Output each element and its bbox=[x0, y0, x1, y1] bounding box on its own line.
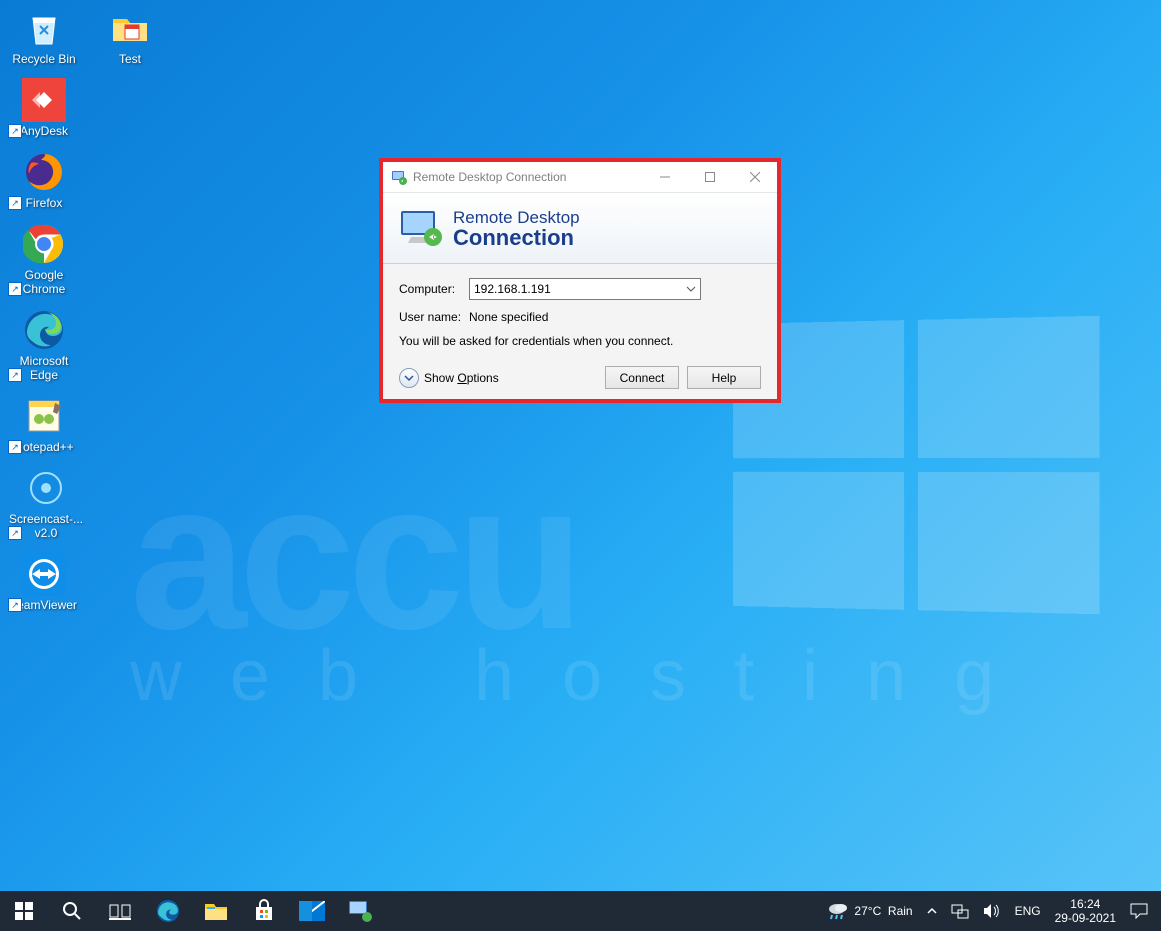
desktop-icon-chrome[interactable]: ↗ Google Chrome bbox=[6, 222, 82, 296]
watermark-webhosting: web hosting bbox=[130, 635, 1042, 717]
desktop-icon-notepadpp[interactable]: ↗ Notepad++ bbox=[6, 394, 82, 454]
speaker-icon bbox=[983, 903, 1001, 919]
minimize-button[interactable] bbox=[642, 162, 687, 192]
search-button[interactable] bbox=[48, 891, 96, 931]
teamviewer-icon bbox=[22, 552, 66, 596]
show-options-toggle[interactable]: Show Options bbox=[399, 368, 499, 388]
desktop-icon-test-folder[interactable]: Test bbox=[92, 6, 168, 66]
desktop-icon-anydesk[interactable]: ↗ AnyDesk bbox=[6, 78, 82, 138]
tray-language[interactable]: ENG bbox=[1008, 891, 1048, 931]
desktop-icon-label: Test bbox=[119, 52, 141, 66]
notification-icon bbox=[1130, 903, 1148, 919]
desktop-icons-column: Recycle Bin ↗ AnyDesk ↗ Firefox ↗ Google… bbox=[6, 6, 86, 612]
desktop-icon-firefox[interactable]: ↗ Firefox bbox=[6, 150, 82, 210]
desktop-icons-column-2: Test bbox=[92, 6, 168, 66]
computer-label: Computer: bbox=[399, 282, 469, 296]
shortcut-arrow-icon: ↗ bbox=[8, 368, 22, 382]
task-view-button[interactable] bbox=[96, 891, 144, 931]
shortcut-arrow-icon: ↗ bbox=[8, 282, 22, 296]
tray-date: 29-09-2021 bbox=[1055, 911, 1116, 925]
banner-line1: Remote Desktop bbox=[453, 208, 580, 227]
dialog-banner: Remote Desktop Connection bbox=[383, 193, 777, 264]
tray-time: 16:24 bbox=[1070, 897, 1100, 911]
show-desktop-button[interactable] bbox=[1155, 891, 1161, 931]
system-tray: 27°C Rain ENG 16:24 29-09-2021 bbox=[819, 891, 1161, 931]
dialog-title: Remote Desktop Connection bbox=[413, 170, 642, 184]
tray-clock[interactable]: 16:24 29-09-2021 bbox=[1048, 891, 1123, 931]
rdc-app-icon bbox=[391, 169, 407, 185]
mail-icon bbox=[299, 901, 325, 921]
tray-action-center[interactable] bbox=[1123, 891, 1155, 931]
taskbar-app-edge[interactable] bbox=[144, 891, 192, 931]
shortcut-arrow-icon: ↗ bbox=[8, 598, 22, 612]
network-icon bbox=[951, 903, 969, 919]
chevron-up-icon bbox=[927, 906, 937, 916]
taskbar: 27°C Rain ENG 16:24 29-09-2021 bbox=[0, 891, 1161, 931]
dialog-body: Computer: 192.168.1.191 User name: None … bbox=[383, 264, 777, 399]
desktop-screen: accu web hosting Recycle Bin ↗ AnyDesk ↗… bbox=[0, 0, 1161, 931]
desktop-icon-label: Notepad++ bbox=[14, 440, 73, 454]
shortcut-arrow-icon: ↗ bbox=[8, 196, 22, 210]
taskbar-app-rdc[interactable] bbox=[336, 891, 384, 931]
banner-line2: Connection bbox=[453, 227, 580, 249]
windows-logo-wallpaper bbox=[733, 316, 1100, 615]
computer-value: 192.168.1.191 bbox=[474, 282, 551, 296]
desktop-icon-screencast[interactable]: ↗ Screencast-... v2.0 bbox=[6, 466, 86, 540]
taskbar-app-explorer[interactable] bbox=[192, 891, 240, 931]
windows-icon bbox=[15, 902, 33, 920]
screencast-icon bbox=[24, 466, 68, 510]
credentials-hint: You will be asked for credentials when y… bbox=[399, 334, 761, 348]
folder-icon bbox=[108, 6, 152, 50]
task-view-icon bbox=[109, 902, 131, 920]
rdc-banner-icon bbox=[397, 207, 443, 249]
firefox-icon bbox=[22, 150, 66, 194]
show-options-label: Show Options bbox=[424, 371, 499, 385]
chevron-down-icon bbox=[399, 368, 419, 388]
tray-network[interactable] bbox=[944, 891, 976, 931]
weather-icon bbox=[826, 901, 848, 921]
anydesk-icon bbox=[22, 78, 66, 122]
desktop-icon-label: AnyDesk bbox=[20, 124, 68, 138]
tray-volume[interactable] bbox=[976, 891, 1008, 931]
dialog-titlebar[interactable]: Remote Desktop Connection bbox=[383, 162, 777, 193]
desktop-icon-label: Recycle Bin bbox=[12, 52, 75, 66]
desktop-icon-label: Firefox bbox=[26, 196, 63, 210]
tray-overflow[interactable] bbox=[920, 891, 944, 931]
remote-desktop-dialog: Remote Desktop Connection Remote Desktop… bbox=[379, 158, 781, 403]
store-icon bbox=[252, 899, 276, 923]
notepadpp-icon bbox=[22, 394, 66, 438]
computer-combobox[interactable]: 192.168.1.191 bbox=[469, 278, 701, 300]
weather-temp: 27°C bbox=[854, 904, 881, 918]
shortcut-arrow-icon: ↗ bbox=[8, 526, 22, 540]
desktop-icon-edge[interactable]: ↗ Microsoft Edge bbox=[6, 308, 82, 382]
chevron-down-icon bbox=[686, 282, 696, 296]
close-button[interactable] bbox=[732, 162, 777, 192]
username-value: None specified bbox=[469, 310, 548, 324]
file-explorer-icon bbox=[204, 900, 228, 922]
help-button[interactable]: Help bbox=[687, 366, 761, 389]
maximize-button[interactable] bbox=[687, 162, 732, 192]
taskbar-app-mail[interactable] bbox=[288, 891, 336, 931]
rdc-icon bbox=[347, 899, 373, 923]
connect-button[interactable]: Connect bbox=[605, 366, 679, 389]
chrome-icon bbox=[22, 222, 66, 266]
shortcut-arrow-icon: ↗ bbox=[8, 440, 22, 454]
weather-cond: Rain bbox=[888, 904, 913, 918]
search-icon bbox=[62, 901, 82, 921]
username-label: User name: bbox=[399, 310, 469, 324]
edge-icon bbox=[22, 308, 66, 352]
edge-icon bbox=[155, 898, 181, 924]
desktop-icon-recycle-bin[interactable]: Recycle Bin bbox=[6, 6, 82, 66]
taskbar-app-store[interactable] bbox=[240, 891, 288, 931]
shortcut-arrow-icon: ↗ bbox=[8, 124, 22, 138]
start-button[interactable] bbox=[0, 891, 48, 931]
recycle-bin-icon bbox=[22, 6, 66, 50]
weather-widget[interactable]: 27°C Rain bbox=[819, 891, 919, 931]
desktop-icon-teamviewer[interactable]: ↗ TeamViewer bbox=[6, 552, 82, 612]
